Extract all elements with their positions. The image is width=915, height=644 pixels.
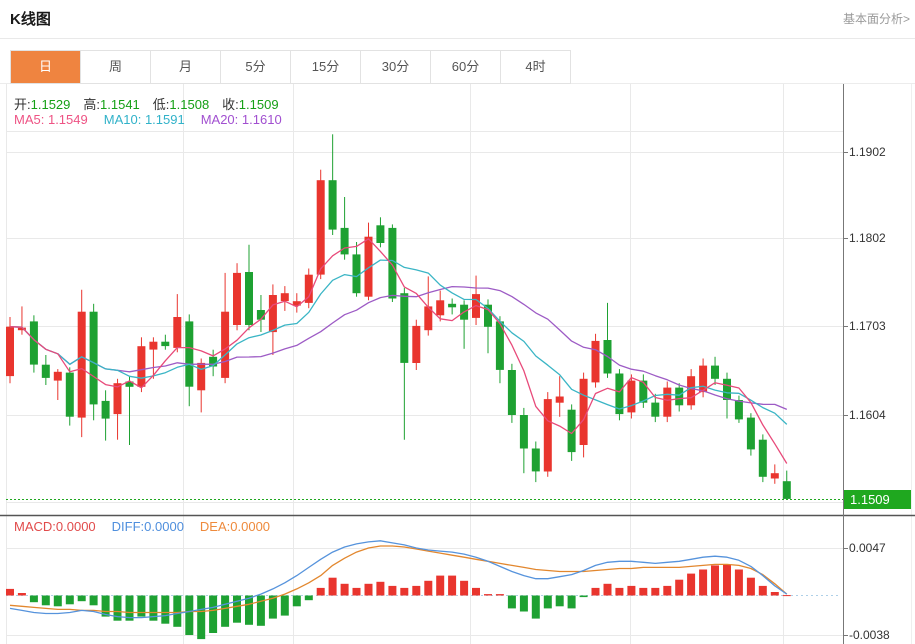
- tab-week[interactable]: 周: [81, 51, 151, 83]
- tab-4hour[interactable]: 4时: [501, 51, 570, 83]
- ma5-value: MA5: 1.1549: [14, 112, 88, 127]
- y-axis-tick: 1.1604: [849, 408, 886, 422]
- tab-day[interactable]: 日: [11, 51, 81, 83]
- high-value: 1.1541: [100, 97, 140, 112]
- macd-value: MACD:0.0000: [14, 519, 96, 534]
- tab-5min[interactable]: 5分: [221, 51, 291, 83]
- y-axis-tick: 1.1703: [849, 319, 886, 333]
- close-label: 收:: [222, 97, 239, 112]
- macd-info-row: MACD:0.0000 DIFF:0.0000 DEA:0.0000: [14, 519, 270, 534]
- fundamental-analysis-link[interactable]: 基本面分析>: [843, 10, 910, 27]
- open-label: 开:: [14, 97, 31, 112]
- close-value: 1.1509: [239, 97, 279, 112]
- low-label: 低:: [153, 97, 170, 112]
- ma20-value: MA20: 1.1610: [201, 112, 282, 127]
- tab-15min[interactable]: 15分: [291, 51, 361, 83]
- tab-60min[interactable]: 60分: [431, 51, 501, 83]
- last-price-tag: 1.1509: [844, 490, 911, 509]
- macd-axis-tick: -0.0038: [849, 628, 890, 642]
- ohlc-info-row: 开:1.1529 高:1.1541 低:1.1508 收:1.1509: [14, 94, 292, 113]
- ma-info-row: MA5: 1.1549 MA10: 1.1591 MA20: 1.1610: [14, 112, 282, 127]
- low-value: 1.1508: [169, 97, 209, 112]
- period-tabbar: 日周月5分15分30分60分4时: [10, 50, 571, 84]
- macd-axis-tick: 0.0047: [849, 541, 886, 555]
- y-axis-tick: 1.1802: [849, 231, 886, 245]
- ma10-value: MA10: 1.1591: [104, 112, 185, 127]
- dea-value: DEA:0.0000: [200, 519, 270, 534]
- page-title: K线图: [10, 8, 51, 29]
- high-label: 高:: [83, 97, 100, 112]
- open-value: 1.1529: [31, 97, 71, 112]
- y-axis-tick: 1.1902: [849, 145, 886, 159]
- tab-30min[interactable]: 30分: [361, 51, 431, 83]
- tab-month[interactable]: 月: [151, 51, 221, 83]
- title-divider: [0, 38, 915, 39]
- kline-app: K线图 基本面分析> 日周月5分15分30分60分4时 开:1.1529高:1.…: [0, 0, 915, 644]
- diff-value: DIFF:0.0000: [112, 519, 184, 534]
